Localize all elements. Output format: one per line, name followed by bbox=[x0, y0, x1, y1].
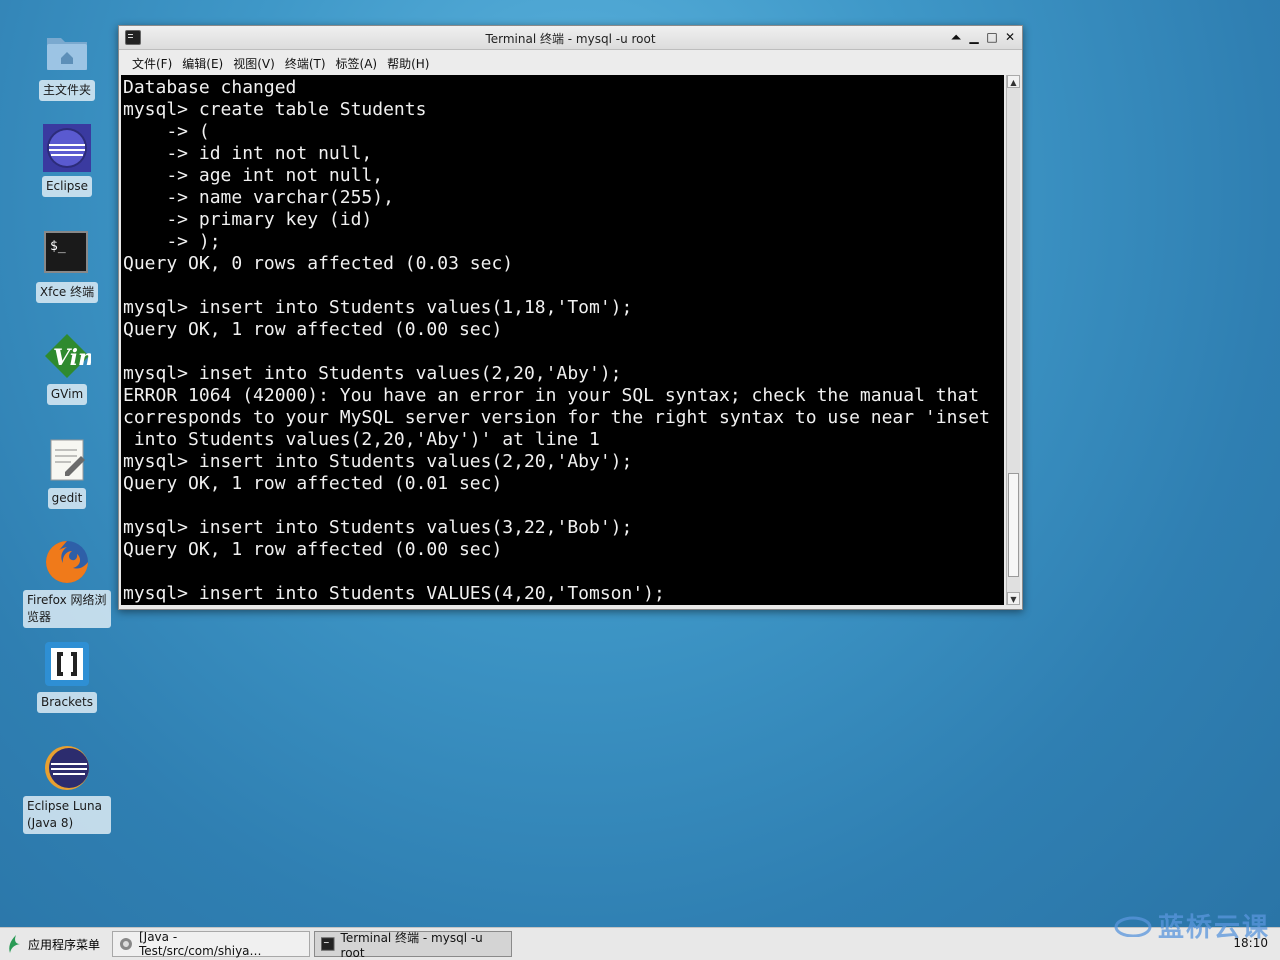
desktop-icon-firefox[interactable]: Firefox 网络浏览器 bbox=[22, 538, 112, 628]
scrollbar-thumb[interactable] bbox=[1008, 473, 1019, 577]
svg-text:Vim: Vim bbox=[53, 345, 91, 371]
app-menu-label: 应用程序菜单 bbox=[28, 937, 101, 952]
firefox-icon bbox=[43, 538, 91, 586]
terminal-line: into Students values(2,20,'Aby')' at lin… bbox=[123, 429, 600, 450]
task-button-terminal[interactable]: Terminal 终端 - mysql -u root bbox=[314, 930, 513, 960]
desktop-icon-gvim[interactable]: Vim GVim bbox=[22, 332, 112, 405]
terminal-line: ERROR 1064 (42000): You have an error in… bbox=[123, 385, 980, 406]
minimize-button[interactable]: ▁ bbox=[966, 28, 982, 46]
terminal-line: -> ); bbox=[123, 231, 221, 252]
desktop-icon-eclipse[interactable]: Eclipse bbox=[22, 124, 112, 197]
taskbar: 应用程序菜单 [Java - Test/src/com/shiya… Termi… bbox=[0, 913, 1280, 960]
desktop-icon-label: Eclipse Luna (Java 8) bbox=[23, 796, 111, 834]
terminal-icon: $_ bbox=[43, 230, 91, 278]
terminal-line: mysql> create table Students bbox=[123, 99, 427, 120]
task-label: [Java - Test/src/com/shiya… bbox=[138, 930, 262, 958]
eclipse-luna-icon bbox=[43, 744, 91, 792]
desktop-icon-label: gedit bbox=[47, 488, 87, 509]
terminal-line: -> age int not null, bbox=[123, 165, 384, 186]
task-button-java[interactable]: [Java - Test/src/com/shiya… bbox=[112, 930, 311, 958]
menu-file[interactable]: 文件(F) bbox=[127, 55, 177, 72]
terminal-line: -> ( bbox=[123, 121, 210, 142]
desktop-icon-terminal[interactable]: $_ Xfce 终端 bbox=[22, 230, 112, 303]
terminal-icon bbox=[321, 937, 335, 951]
svg-text:$_: $_ bbox=[50, 239, 66, 254]
terminal-line: Database changed bbox=[123, 77, 297, 98]
terminal-line: Query OK, 1 row affected (0.00 sec) bbox=[123, 539, 503, 560]
vertical-scrollbar[interactable]: ▲ ▼ bbox=[1006, 75, 1020, 605]
desktop-icon-home[interactable]: 主文件夹 bbox=[22, 28, 112, 101]
desktop-icon-label: GVim bbox=[46, 384, 88, 405]
menu-tabs[interactable]: 标签(A) bbox=[331, 55, 383, 72]
terminal-line: mysql> insert into Students values(2,20,… bbox=[123, 451, 633, 472]
terminal-window[interactable]: Terminal 终端 - mysql -u root ⏶ ▁ □ ✕ 文件(F… bbox=[118, 25, 1023, 610]
window-titlebar[interactable]: Terminal 终端 - mysql -u root ⏶ ▁ □ ✕ bbox=[119, 26, 1022, 50]
scroll-down-icon[interactable]: ▼ bbox=[1007, 592, 1020, 605]
gvim-icon: Vim bbox=[43, 332, 101, 380]
scroll-up-icon[interactable]: ▲ bbox=[1007, 75, 1020, 88]
terminal-line: mysql> insert into Students values(3,22,… bbox=[123, 517, 633, 538]
cloud-icon bbox=[1114, 916, 1152, 937]
menu-edit[interactable]: 编辑(E) bbox=[177, 55, 228, 72]
desktop-icon-brackets[interactable]: Brackets bbox=[22, 640, 112, 713]
desktop-icon-label: Eclipse bbox=[41, 176, 93, 197]
app-menu-icon bbox=[9, 935, 20, 953]
terminal-line: mysql> inset into Students values(2,20,'… bbox=[123, 363, 622, 384]
terminal-line: Query OK, 1 row affected (0.01 sec) bbox=[123, 473, 503, 494]
terminal-line: Query OK, 0 rows affected (0.03 sec) bbox=[123, 253, 514, 274]
desktop-icon-label: Firefox 网络浏览器 bbox=[23, 590, 111, 628]
maximize-button[interactable]: □ bbox=[984, 28, 1000, 46]
terminal-output[interactable]: Database changed mysql> create table Stud… bbox=[121, 75, 1004, 605]
desktop-icon-eclipse-luna[interactable]: Eclipse Luna (Java 8) bbox=[22, 744, 112, 834]
window-title: Terminal 终端 - mysql -u root bbox=[485, 32, 656, 46]
terminal-line: mysql> insert into Students values(1,18,… bbox=[123, 297, 633, 318]
terminal-line: Query OK, 1 row affected (0.00 sec) bbox=[123, 319, 503, 340]
home-folder-icon bbox=[43, 28, 91, 76]
menu-terminal[interactable]: 终端(T) bbox=[280, 55, 331, 72]
terminal-line: -> id int not null, bbox=[123, 143, 373, 164]
task-label: Terminal 终端 - mysql -u root bbox=[340, 930, 483, 960]
desktop-icon-label: 主文件夹 bbox=[38, 80, 95, 101]
terminal-line: mysql> insert into Students VALUES(4,20,… bbox=[123, 583, 665, 604]
terminal-line: corresponds to your MySQL server version… bbox=[123, 407, 990, 428]
menubar: 文件(F) 编辑(E) 视图(V) 终端(T) 标签(A) 帮助(H) bbox=[119, 50, 1022, 76]
menu-view[interactable]: 视图(V) bbox=[228, 55, 280, 72]
terminal-line: -> name varchar(255), bbox=[123, 187, 394, 208]
gedit-icon bbox=[43, 436, 91, 484]
eclipse-icon bbox=[43, 124, 91, 172]
menu-help[interactable]: 帮助(H) bbox=[382, 55, 434, 72]
terminal-line: -> primary key (id) bbox=[123, 209, 373, 230]
clock[interactable]: 18:10 bbox=[1233, 936, 1268, 950]
desktop-icon-gedit[interactable]: gedit bbox=[22, 436, 112, 509]
shade-icon[interactable]: ⏶ bbox=[948, 28, 964, 46]
desktop-icon-label: Xfce 终端 bbox=[35, 282, 99, 303]
app-menu-button[interactable]: 应用程序菜单 bbox=[0, 928, 108, 960]
close-button[interactable]: ✕ bbox=[1002, 28, 1018, 46]
eclipse-icon bbox=[120, 938, 132, 950]
brackets-icon bbox=[43, 640, 91, 688]
desktop-icon-label: Brackets bbox=[37, 692, 97, 713]
